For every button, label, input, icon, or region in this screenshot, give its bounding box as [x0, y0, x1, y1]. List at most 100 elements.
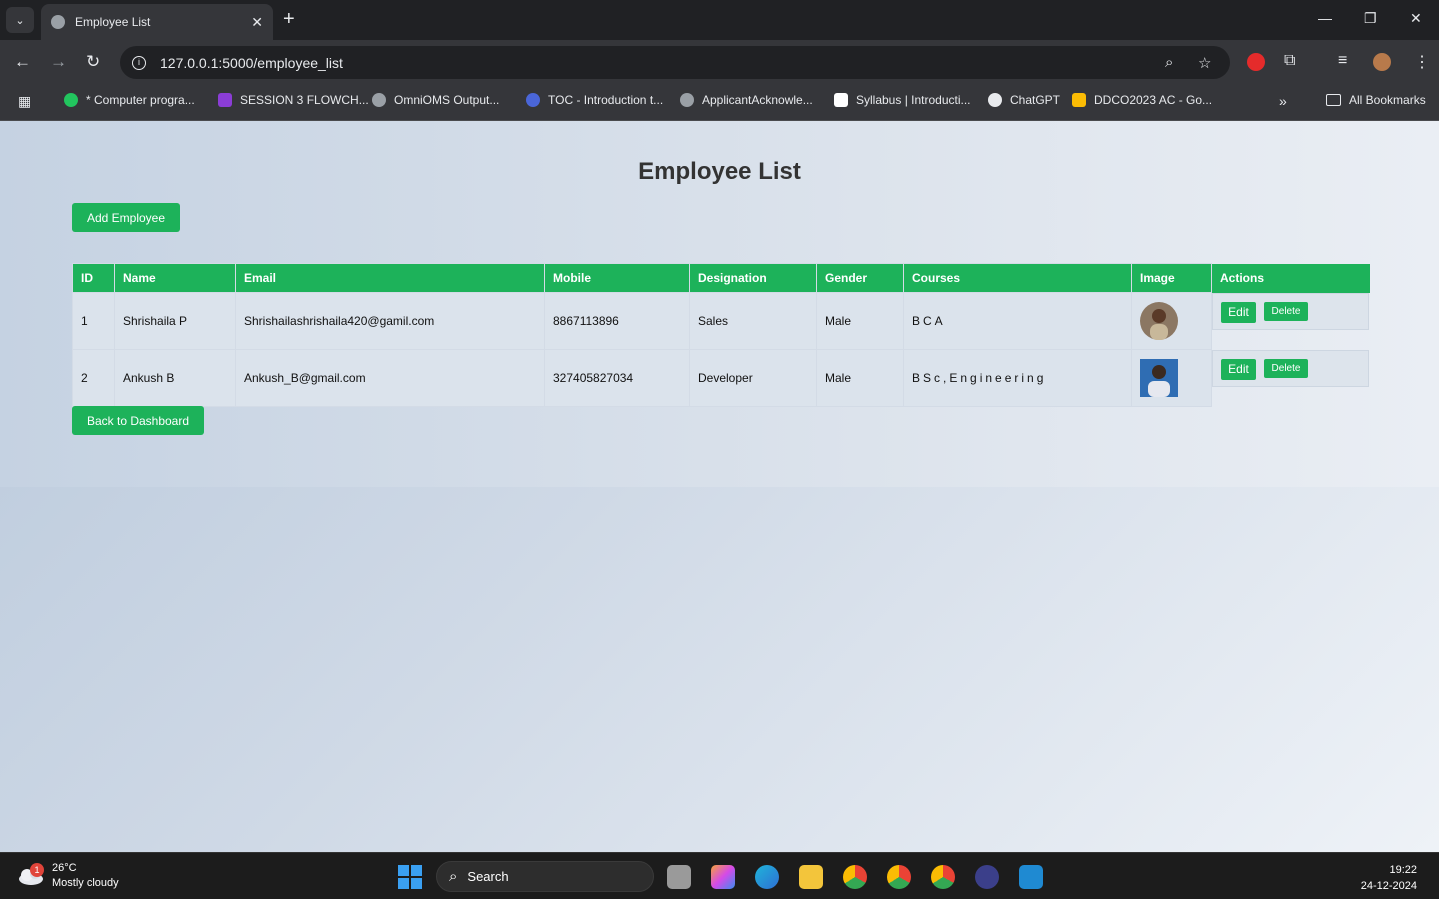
url-text: 127.0.0.1:5000/employee_list: [160, 54, 343, 71]
cell-id: 1: [72, 292, 115, 350]
back-arrow-icon[interactable]: ←: [14, 52, 31, 72]
page-title: Employee List: [638, 158, 801, 185]
reload-icon[interactable]: ↻: [86, 52, 100, 72]
bookmark-label: OmniOMS Output...: [394, 93, 500, 107]
tab-employee-list[interactable]: Employee List ✕: [41, 4, 273, 40]
cell-id: 2: [72, 349, 115, 407]
bookmark-item[interactable]: DDCO2023 AC - Go...: [1072, 93, 1212, 107]
bookmark-item[interactable]: ApplicantAcknowle...: [680, 93, 813, 107]
cell-courses: BSc,Engineering: [903, 349, 1132, 407]
cell-actions: Edit Delete: [1212, 292, 1370, 350]
globe-icon: [372, 93, 386, 107]
more-bookmarks-chevron-icon[interactable]: »: [1279, 93, 1287, 109]
chrome-icon[interactable]: [887, 865, 911, 889]
edit-button[interactable]: Edit: [1221, 301, 1256, 323]
profile-avatar[interactable]: [1373, 53, 1391, 71]
bookmark-item[interactable]: SESSION 3 FLOWCH...: [218, 93, 369, 107]
windows-start-icon[interactable]: [398, 865, 422, 889]
globe-icon: [680, 93, 694, 107]
cell-image: [1131, 292, 1212, 350]
new-tab-plus-icon[interactable]: +: [283, 8, 295, 30]
clock-time: 19:22: [1389, 864, 1417, 876]
cell-designation: Developer: [689, 349, 817, 407]
column-header-courses: Courses: [903, 263, 1132, 293]
content-container: Employee List Add Employee ID Name Email…: [0, 121, 1439, 487]
bookmark-label: * Computer progra...: [86, 93, 195, 107]
vscode-icon[interactable]: [1019, 865, 1043, 889]
edit-button[interactable]: Edit: [1221, 358, 1256, 380]
chrome-icon[interactable]: [843, 865, 867, 889]
folder-icon: [1326, 94, 1341, 106]
edge-icon[interactable]: [755, 865, 779, 889]
restore-icon[interactable]: ❐: [1364, 10, 1377, 27]
table-row: 1 Shrishaila P Shrishailashrishaila420@g…: [72, 292, 1370, 350]
weather-widget[interactable]: 1 26°C Mostly cloudy: [18, 861, 119, 891]
bookmark-item[interactable]: OmniOMS Output...: [372, 93, 499, 107]
site-info-icon[interactable]: i: [132, 55, 146, 70]
bookmark-label: Syllabus | Introducti...: [856, 93, 971, 107]
tab-search-chevron-icon[interactable]: ⌄: [6, 7, 34, 33]
zoom-icon[interactable]: ⌕: [1165, 54, 1173, 71]
bookmark-label: DDCO2023 AC - Go...: [1094, 93, 1213, 107]
extensions-puzzle-icon[interactable]: ⧉: [1284, 52, 1295, 70]
menu-kebab-icon[interactable]: ⋮: [1414, 52, 1430, 72]
cell-designation: Sales: [689, 292, 817, 350]
back-to-dashboard-button[interactable]: Back to Dashboard: [72, 406, 204, 435]
cell-courses: BCA: [903, 292, 1132, 350]
globe-icon: [51, 15, 65, 29]
all-bookmarks[interactable]: All Bookmarks: [1326, 93, 1426, 107]
employee-table: ID Name Email Mobile Designation Gender …: [72, 263, 1370, 407]
bookmark-item[interactable]: TOC - Introduction t...: [526, 93, 663, 107]
address-bar[interactable]: i 127.0.0.1:5000/employee_list: [120, 46, 1230, 79]
add-employee-button[interactable]: Add Employee: [72, 203, 180, 232]
column-header-name: Name: [114, 263, 236, 293]
cell-email: Ankush_B@gmail.com: [235, 349, 545, 407]
column-header-email: Email: [235, 263, 545, 293]
close-window-icon[interactable]: ✕: [1410, 10, 1422, 27]
weather-notification-badge: 1: [30, 863, 44, 877]
forward-arrow-icon[interactable]: →: [50, 52, 67, 72]
bookmark-item[interactable]: * Computer progra...: [64, 93, 195, 107]
extension-red-icon[interactable]: [1247, 53, 1265, 71]
actions-group: Edit Delete: [1212, 292, 1369, 330]
media-control-icon[interactable]: ≡: [1338, 52, 1347, 70]
eclipse-icon[interactable]: [975, 865, 999, 889]
system-clock[interactable]: 19:22 24-12-2024: [1361, 862, 1417, 894]
minimize-icon[interactable]: —: [1318, 10, 1332, 26]
search-icon: ⌕: [449, 868, 458, 885]
tab-strip: ⌄ Employee List ✕ + — ❐ ✕: [0, 0, 1439, 40]
bookmark-star-icon[interactable]: ☆: [1198, 54, 1211, 72]
column-header-mobile: Mobile: [544, 263, 690, 293]
cell-gender: Male: [816, 292, 904, 350]
employee-photo: [1140, 302, 1178, 340]
bookmark-label: ApplicantAcknowle...: [702, 93, 813, 107]
page-viewport: Employee List Add Employee ID Name Email…: [0, 121, 1439, 852]
bookmarks-bar: ▦ * Computer progra... SESSION 3 FLOWCH.…: [0, 84, 1439, 121]
delete-button[interactable]: Delete: [1264, 301, 1308, 321]
apps-grid-icon[interactable]: ▦: [18, 93, 31, 110]
copilot-icon[interactable]: [711, 865, 735, 889]
cell-email: Shrishailashrishaila420@gamil.com: [235, 292, 545, 350]
cell-image: [1131, 349, 1212, 407]
bookmark-favicon: [64, 93, 78, 107]
clock-date: 24-12-2024: [1360, 880, 1417, 892]
taskbar-search[interactable]: ⌕ Search: [436, 861, 654, 892]
bookmark-label: SESSION 3 FLOWCH...: [240, 93, 369, 107]
bookmark-item[interactable]: ChatGPT: [988, 93, 1060, 107]
bookmark-label: ChatGPT: [1010, 93, 1061, 107]
tab-close-icon[interactable]: ✕: [251, 14, 263, 31]
column-header-gender: Gender: [816, 263, 904, 293]
bookmark-item[interactable]: Syllabus | Introducti...: [834, 93, 971, 107]
cell-gender: Male: [816, 349, 904, 407]
cell-name: Ankush B: [114, 349, 236, 407]
actions-group: Edit Delete: [1212, 349, 1369, 387]
task-view-icon[interactable]: [667, 865, 691, 889]
chrome-icon[interactable]: [931, 865, 955, 889]
file-explorer-icon[interactable]: [799, 865, 823, 889]
cell-mobile: 327405827034: [544, 349, 690, 407]
chatgpt-icon: [988, 93, 1002, 107]
delete-button[interactable]: Delete: [1264, 358, 1308, 378]
cloudy-weather-icon: 1: [18, 863, 44, 886]
table-header-row: ID Name Email Mobile Designation Gender …: [72, 263, 1370, 293]
employee-photo: [1140, 359, 1178, 397]
